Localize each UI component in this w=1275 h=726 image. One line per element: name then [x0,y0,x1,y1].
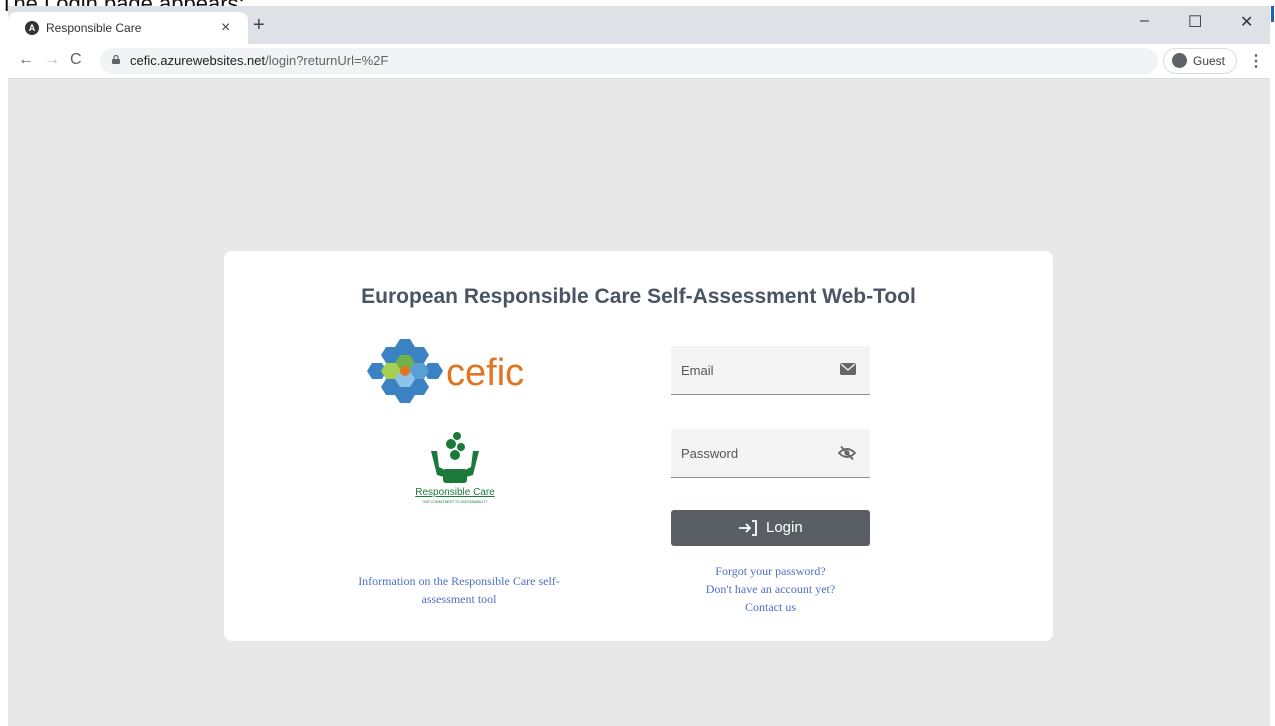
profile-label: Guest [1193,54,1226,68]
login-card: European Responsible Care Self-Assessmen… [224,251,1053,641]
forward-icon[interactable]: → [44,51,60,69]
window-edge [1270,6,1275,726]
password-field[interactable] [671,429,870,478]
password-input[interactable] [671,429,831,477]
cefic-logo: cefic [367,339,524,403]
register-link[interactable]: Don't have an account yet? [671,580,870,598]
email-input[interactable] [671,346,831,394]
menu-icon[interactable]: ⋮ [1248,51,1264,71]
window-edge-accent [1271,6,1274,22]
eye-off-icon[interactable] [838,445,856,461]
tab-responsible-care[interactable]: A Responsible Care × [8,12,248,44]
page-title: European Responsible Care Self-Assessmen… [361,285,916,308]
rc-logo-tagline: OUR COMMITMENT TO SUSTAINABILITY [422,500,488,504]
cefic-logo-text: cefic [446,352,524,394]
minimize-button[interactable]: – [1140,12,1149,30]
browser-window: A Responsible Care × + – ☐ ✕ ← → C cefic… [8,6,1270,726]
profile-button[interactable]: Guest [1163,48,1237,74]
new-tab-button[interactable]: + [253,15,265,35]
back-icon[interactable]: ← [18,51,34,69]
email-field[interactable] [671,346,870,395]
tab-close-icon[interactable]: × [221,19,230,37]
rc-logo-text: Responsible Care [415,487,495,498]
angular-favicon-icon: A [25,21,39,35]
address-bar[interactable]: cefic.azurewebsites.net/login?returnUrl=… [100,48,1158,74]
reload-icon[interactable]: C [70,51,82,69]
info-link[interactable]: Information on the Responsible Care self… [354,572,564,608]
guest-avatar-icon [1172,53,1187,68]
envelope-icon [840,363,856,375]
login-arrow-icon [739,520,757,536]
tab-strip: A Responsible Care × + – ☐ ✕ [8,6,1270,44]
contact-us-link[interactable]: Contact us [671,598,870,616]
close-window-button[interactable]: ✕ [1240,12,1253,32]
lock-icon [112,55,120,64]
browser-toolbar: ← → C cefic.azurewebsites.net/login?retu… [8,44,1270,79]
url-text: cefic.azurewebsites.net/login?returnUrl=… [130,53,389,68]
forgot-password-link[interactable]: Forgot your password? [671,562,870,580]
account-links: Forgot your password? Don't have an acco… [671,562,870,616]
responsible-care-logo: Responsible Care OUR COMMITMENT TO SUSTA… [415,432,495,504]
login-button[interactable]: Login [671,510,870,546]
login-button-label: Login [766,519,803,536]
maximize-button[interactable]: ☐ [1188,12,1202,32]
tab-title: Responsible Care [46,21,142,35]
